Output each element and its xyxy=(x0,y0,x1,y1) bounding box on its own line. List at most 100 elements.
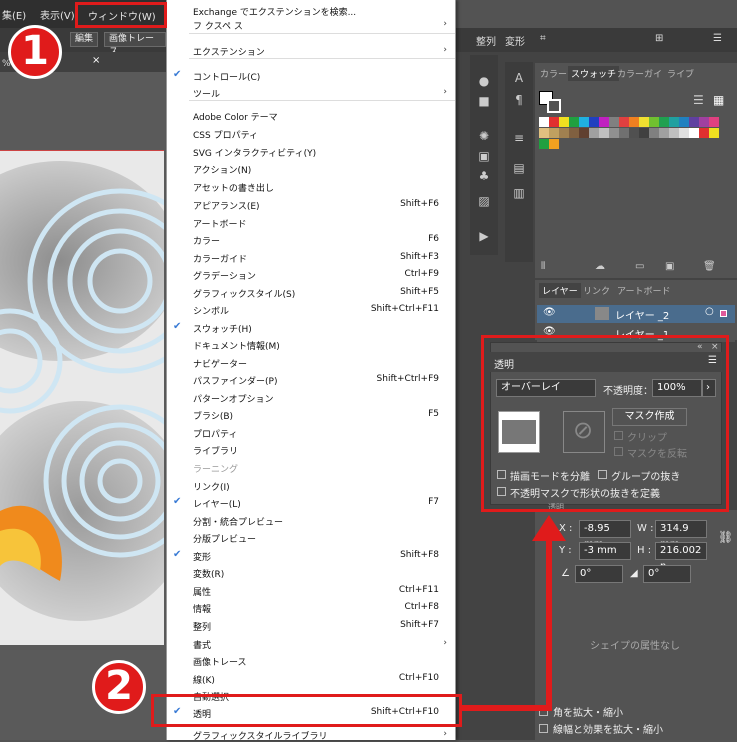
tab-live[interactable]: ライブ xyxy=(667,67,694,80)
menu-edit[interactable]: 集(E) xyxy=(2,7,26,22)
pathfinder-icon[interactable]: ▥ xyxy=(513,187,525,199)
menu-item[interactable]: 属性 Ctrl+F11 xyxy=(167,582,455,598)
scale-strokes-checkbox[interactable] xyxy=(539,724,548,733)
distribute-icon[interactable]: ⊞ xyxy=(655,33,663,44)
graphic-style-icon[interactable]: ▣ xyxy=(478,150,490,162)
image-icon[interactable]: ▨ xyxy=(478,195,490,207)
menu-item[interactable]: ブラシ(B) F5 xyxy=(167,406,455,422)
swatch[interactable] xyxy=(579,117,589,127)
folder-icon[interactable]: ▭ xyxy=(635,261,644,272)
target-icon[interactable]: ○ xyxy=(705,306,714,317)
swatch[interactable] xyxy=(699,117,709,127)
swatch[interactable] xyxy=(599,117,609,127)
menu-item[interactable]: SVG インタラクティビティ(Y) xyxy=(167,143,455,159)
stroke-icon[interactable]: ≡ xyxy=(513,132,525,144)
swatch[interactable] xyxy=(679,117,689,127)
swatch[interactable] xyxy=(699,128,709,138)
menu-item[interactable]: ナビゲーター xyxy=(167,354,455,370)
swatch[interactable] xyxy=(649,128,659,138)
swatch[interactable] xyxy=(629,117,639,127)
swatch[interactable] xyxy=(639,128,649,138)
menu-item[interactable]: ✔ コントロール(C) xyxy=(167,67,455,83)
w-field[interactable]: 314.9 mm xyxy=(655,520,707,550)
swatch[interactable] xyxy=(549,117,559,127)
menu-item[interactable]: フ クスペ ス › xyxy=(167,16,455,32)
menu-item[interactable]: パスファインダー(P) Shift+Ctrl+F9 xyxy=(167,371,455,387)
tab-swatches[interactable]: スウォッチ xyxy=(568,66,620,81)
tab-layers[interactable]: レイヤー xyxy=(539,283,581,298)
link-icon[interactable]: ⛓ xyxy=(718,530,733,544)
tab-color-guide[interactable]: カラーガイ xyxy=(617,67,662,80)
menu-item[interactable]: 整列 Shift+F7 xyxy=(167,617,455,633)
menu-item[interactable]: 書式 › xyxy=(167,635,455,651)
menu-view[interactable]: 表示(V) xyxy=(40,7,75,22)
swatch[interactable] xyxy=(709,128,719,138)
menu-item[interactable]: リンク(I) xyxy=(167,477,455,493)
swatch[interactable] xyxy=(669,117,679,127)
menu-item[interactable]: 線(K) Ctrl+F10 xyxy=(167,670,455,686)
shear-field[interactable]: 0° xyxy=(643,565,691,583)
swatch[interactable] xyxy=(539,128,549,138)
library-icon[interactable]: ⫴ xyxy=(541,261,545,272)
swatch[interactable] xyxy=(559,128,569,138)
eye-icon[interactable]: 👁 xyxy=(543,307,556,318)
swatch[interactable] xyxy=(659,117,669,127)
swatch[interactable] xyxy=(569,128,579,138)
color-icon[interactable]: ● xyxy=(478,75,490,87)
swatch[interactable] xyxy=(669,128,679,138)
transform-icon[interactable]: ⌗ xyxy=(540,33,546,44)
menu-item[interactable]: シンボル Shift+Ctrl+F11 xyxy=(167,301,455,317)
swatch[interactable] xyxy=(619,128,629,138)
y-field[interactable]: -3 mm xyxy=(579,542,631,560)
menu-item[interactable]: グラフィックスタイル(S) Shift+F5 xyxy=(167,284,455,300)
menu-item[interactable]: グラデーション Ctrl+F9 xyxy=(167,266,455,282)
tab-color[interactable]: カラー xyxy=(540,67,567,80)
swatch[interactable] xyxy=(639,117,649,127)
swatch[interactable] xyxy=(539,117,549,127)
new-swatch-icon[interactable]: ▣ xyxy=(665,261,674,272)
swatch[interactable] xyxy=(559,117,569,127)
swatch[interactable] xyxy=(549,139,559,149)
swatch[interactable] xyxy=(609,117,619,127)
menu-item[interactable]: ライブラリ xyxy=(167,441,455,457)
symbol-icon[interactable]: ♣ xyxy=(478,170,490,182)
tab-artboards[interactable]: アートボード xyxy=(617,284,670,297)
sun-icon[interactable]: ✺ xyxy=(478,130,490,142)
trash-icon[interactable]: 🗑 xyxy=(703,261,716,272)
menu-item[interactable]: 画像トレース xyxy=(167,652,455,668)
menu-item[interactable]: 情報 Ctrl+F8 xyxy=(167,599,455,615)
align-button[interactable]: 整列 xyxy=(476,33,496,48)
menu-item[interactable]: Adobe Color テーマ xyxy=(167,107,455,123)
menu-item[interactable]: パターンオプション xyxy=(167,389,455,405)
menu-item[interactable]: 分割・統合プレビュー xyxy=(167,512,455,528)
menu-item[interactable]: カラー F6 xyxy=(167,231,455,247)
grid-view-icon[interactable]: ▦ xyxy=(713,93,724,107)
swatch[interactable] xyxy=(659,128,669,138)
play-icon[interactable]: ▶ xyxy=(478,230,490,242)
list-view-icon[interactable]: ☰ xyxy=(693,93,704,107)
stroke-swatch[interactable] xyxy=(547,99,561,113)
angle-field[interactable]: 0° xyxy=(575,565,623,583)
swatch[interactable] xyxy=(689,117,699,127)
menu-item[interactable]: CSS プロパティ xyxy=(167,125,455,141)
gradient-icon[interactable]: ■ xyxy=(478,95,490,107)
menu-item[interactable]: プロパティ xyxy=(167,424,455,440)
layer-row[interactable]: 👁 レイヤー _2 ○ xyxy=(537,305,735,323)
tab-links[interactable]: リンク xyxy=(583,284,610,297)
swatch[interactable] xyxy=(589,117,599,127)
artboard[interactable] xyxy=(0,150,164,645)
swatch[interactable] xyxy=(549,128,559,138)
menu-item[interactable]: アピアランス(E) Shift+F6 xyxy=(167,196,455,212)
menu-item[interactable]: 変数(R) xyxy=(167,564,455,580)
character-icon[interactable]: A xyxy=(513,72,525,84)
swatch[interactable] xyxy=(589,128,599,138)
menu-item[interactable]: エクステンション › xyxy=(167,42,455,58)
align-icon[interactable]: ▤ xyxy=(513,162,525,174)
swatch[interactable] xyxy=(619,117,629,127)
swatch[interactable] xyxy=(599,128,609,138)
image-trace-button[interactable]: 画像トレース xyxy=(104,32,166,57)
menu-item[interactable]: カラーガイド Shift+F3 xyxy=(167,249,455,265)
x-field[interactable]: -8.95 mm xyxy=(579,520,631,550)
swatch[interactable] xyxy=(579,128,589,138)
edit-button[interactable]: 編集 xyxy=(70,32,99,47)
